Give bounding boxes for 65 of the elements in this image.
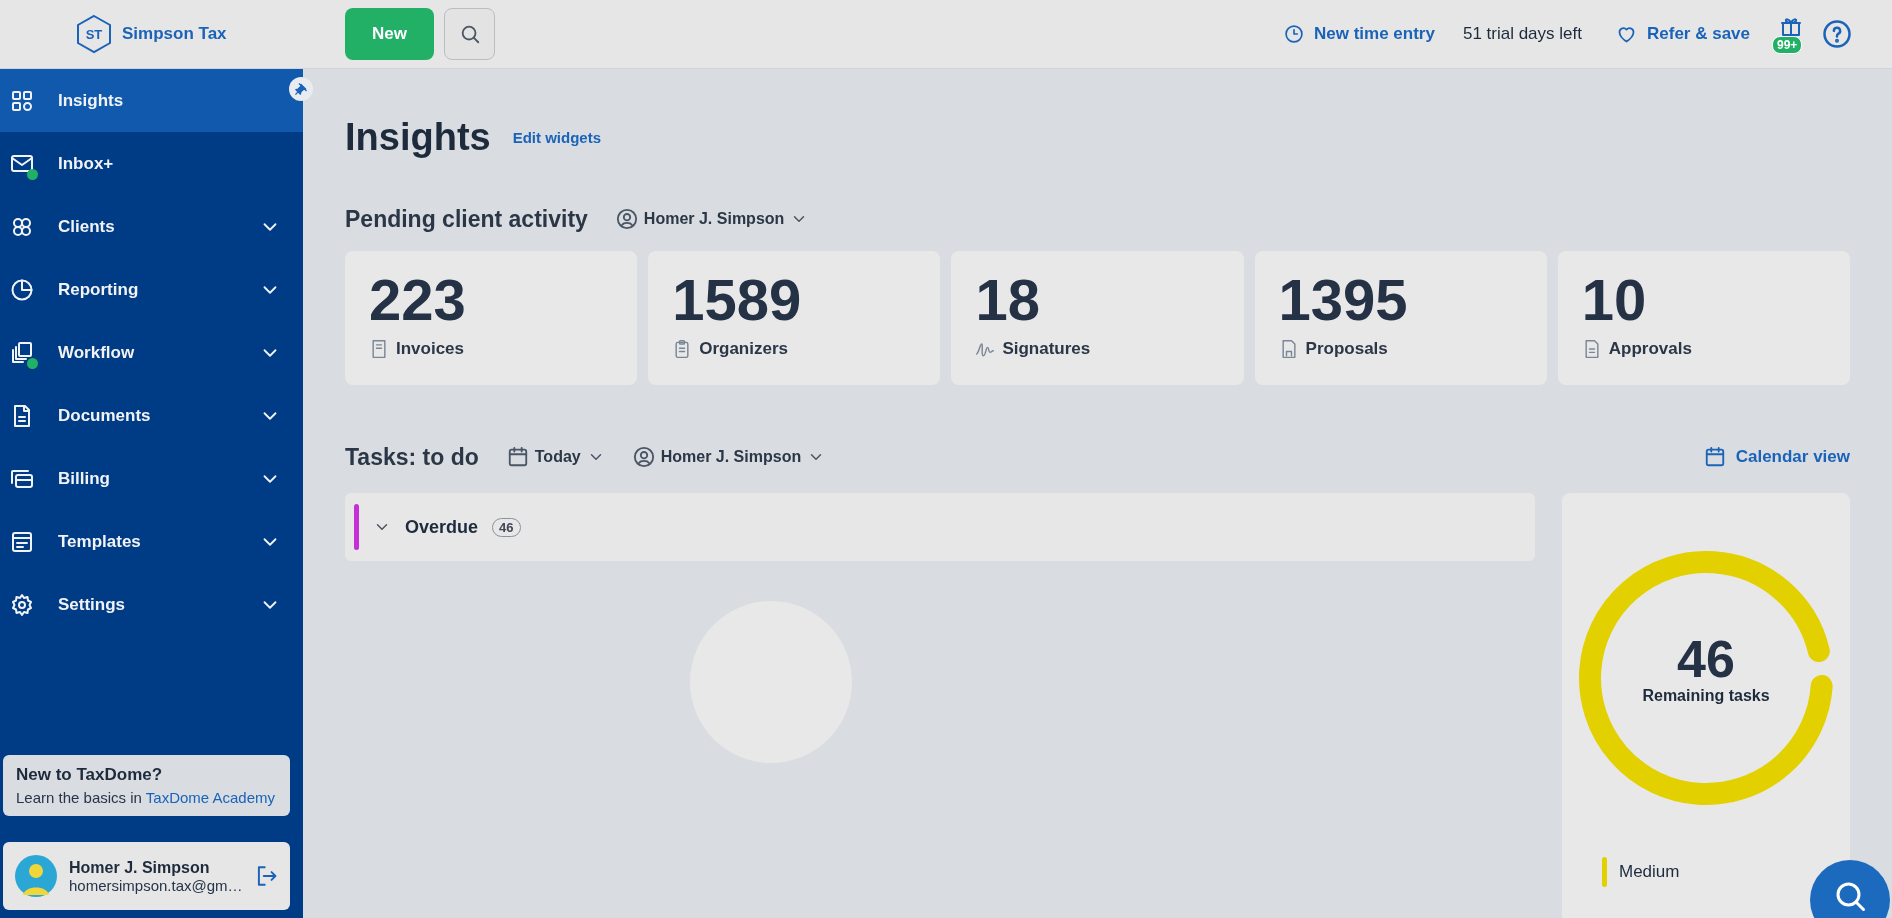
edit-widgets-link[interactable]: Edit widgets <box>512 128 602 146</box>
section-title: Tasks: to do <box>345 443 479 471</box>
help-icon[interactable] <box>1822 19 1852 49</box>
stat-label: Approvals <box>1608 339 1692 359</box>
promo-text: Learn the basics in TaxDome Academy <box>16 789 277 806</box>
stat-value: 10 <box>1581 269 1648 331</box>
calendar-icon <box>506 446 529 468</box>
calendar-icon <box>1703 446 1726 468</box>
nav-item[interactable]: Billing <box>0 447 303 510</box>
nav-item[interactable]: Documents <box>0 384 303 447</box>
time-entry-link[interactable]: New time entry <box>1284 24 1435 44</box>
nav-item[interactable]: Clients <box>0 195 303 258</box>
remaining-count: 46 <box>1677 631 1735 687</box>
nav-item[interactable]: Settings <box>0 573 303 636</box>
filter-dropdown[interactable]: Homer J. Simpson <box>615 208 809 230</box>
settings-icon <box>10 592 34 617</box>
user-circle-icon <box>615 208 638 230</box>
legend-label: Medium <box>1619 862 1680 882</box>
nav-item[interactable]: Workflow <box>0 321 303 384</box>
pie-chart-icon <box>10 277 34 302</box>
remaining-label: Remaining tasks <box>1642 687 1770 705</box>
refer-link[interactable]: Refer & save <box>1616 23 1750 45</box>
logo-hexagon: ST <box>76 14 112 54</box>
stat-value: 18 <box>975 269 1041 331</box>
pin-icon <box>294 82 308 96</box>
stat-card[interactable]: 1589 Organizers <box>648 251 941 385</box>
trial-days-text: 51 trial days left <box>1462 24 1582 44</box>
search-fab[interactable] <box>1810 860 1890 918</box>
pin-button[interactable] <box>289 77 313 101</box>
template-icon <box>10 529 34 554</box>
stat-label: Organizers <box>699 339 788 359</box>
filter-dropdown[interactable]: Today <box>506 446 605 468</box>
nav-item[interactable]: Templates <box>0 510 303 573</box>
stat-label: Proposals <box>1305 339 1388 359</box>
search-button[interactable] <box>444 8 495 60</box>
stat-card[interactable]: 10 Approvals <box>1557 251 1850 385</box>
task-group-row[interactable]: Overdue 46 <box>345 493 1535 561</box>
section-title: Pending client activity <box>345 205 588 233</box>
filter-dropdown[interactable]: Homer J. Simpson <box>632 446 826 468</box>
grid-icon <box>10 88 34 113</box>
firm-name[interactable]: Simpson Tax <box>122 24 227 44</box>
stat-label: Invoices <box>396 339 465 359</box>
stat-value: 1589 <box>672 269 803 331</box>
nav-item[interactable]: Insights <box>0 69 303 132</box>
stat-value: 223 <box>369 269 467 331</box>
stat-card[interactable]: 223 Invoices <box>345 251 638 385</box>
stat-value: 1395 <box>1278 269 1409 331</box>
avatar <box>15 855 57 897</box>
user-email: homersimpson.tax@gm… <box>69 876 243 894</box>
group-title: Overdue <box>405 516 479 538</box>
notification-badge: 99+ <box>1772 36 1803 54</box>
stat-card[interactable]: 18 Signatures <box>951 251 1244 385</box>
clock-icon <box>1284 24 1304 44</box>
stat-label: Signatures <box>1002 339 1091 359</box>
calendar-view-link[interactable]: Calendar view <box>1703 446 1850 468</box>
receipt-icon <box>369 339 389 359</box>
nav-item[interactable]: Inbox+ <box>0 132 303 195</box>
stat-card[interactable]: 1395 Proposals <box>1254 251 1547 385</box>
page-title: Insights <box>345 115 491 159</box>
user-circle-icon <box>632 446 655 468</box>
academy-link[interactable]: TaxDome Academy <box>145 789 276 806</box>
promo-title: New to TaxDome? <box>16 765 164 785</box>
nav-item[interactable]: Reporting <box>0 258 303 321</box>
user-name: Homer J. Simpson <box>69 858 211 877</box>
copy-icon <box>10 340 34 365</box>
